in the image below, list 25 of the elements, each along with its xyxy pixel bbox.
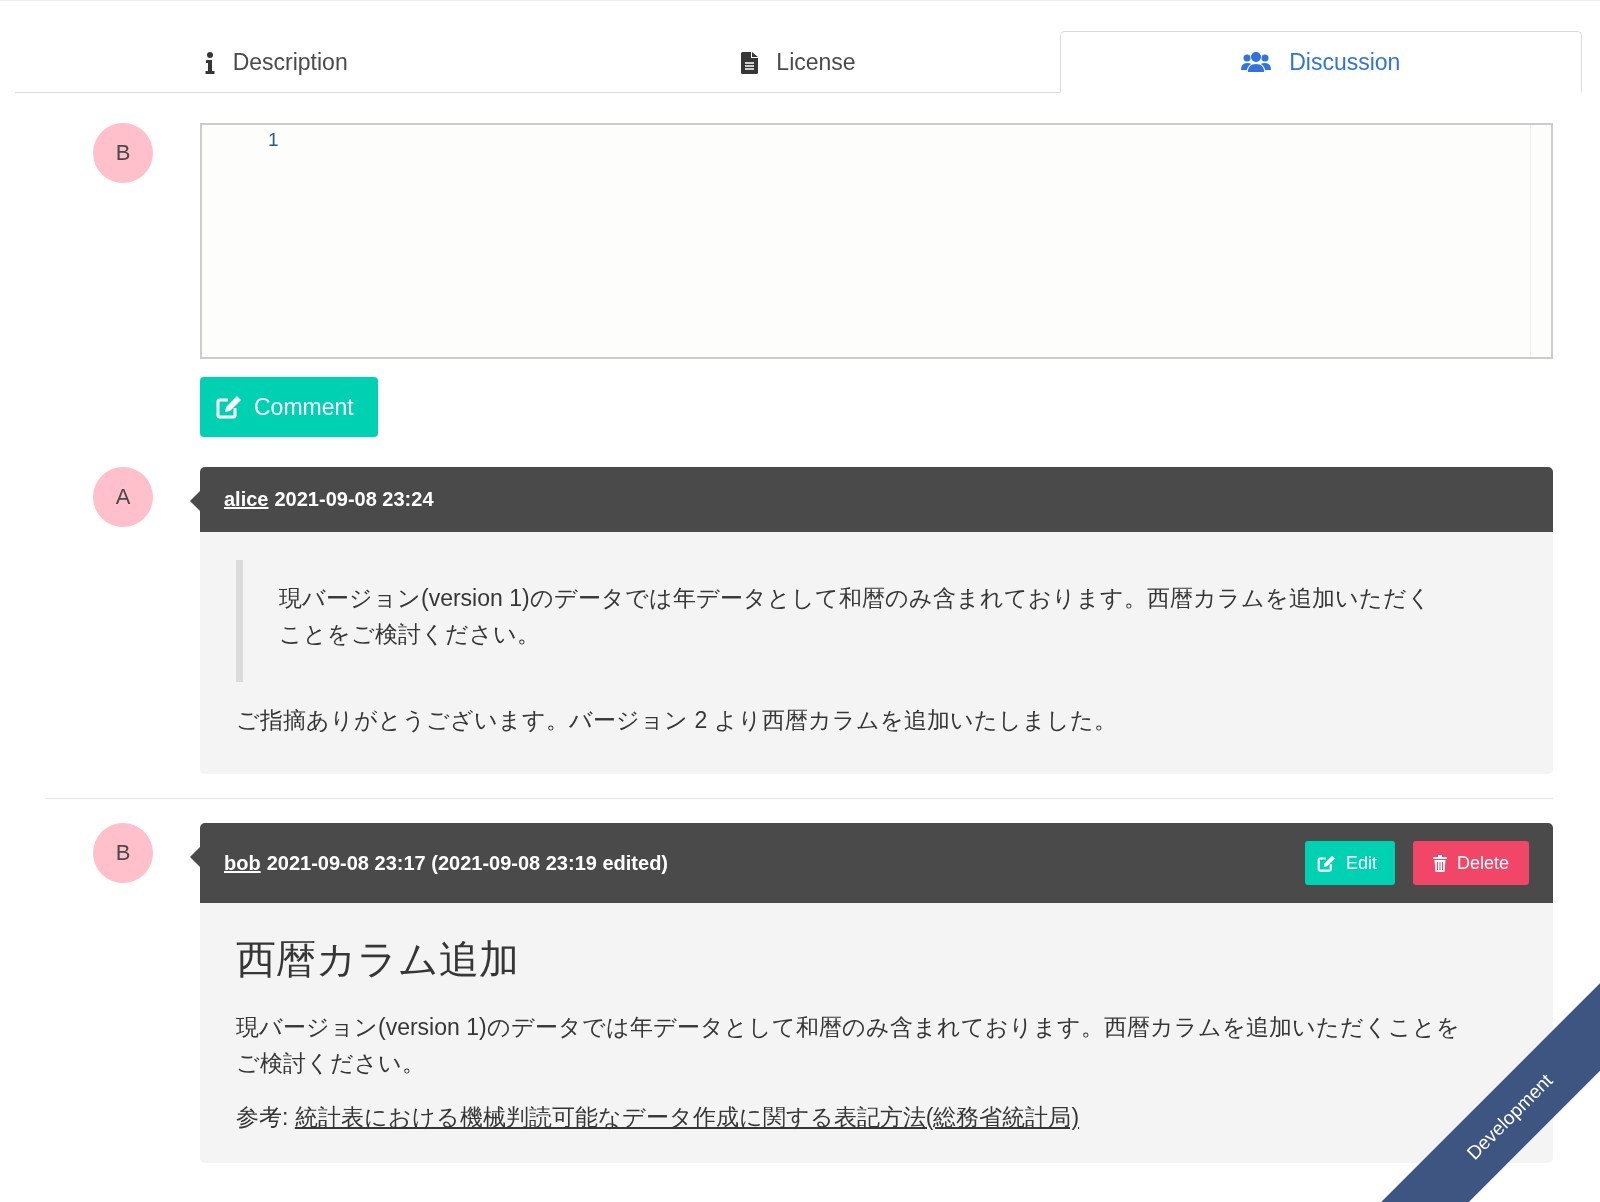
line-number: 1: [268, 129, 279, 151]
edit-icon: [216, 395, 242, 419]
tab[interactable]: Discussion: [1059, 31, 1582, 93]
comment-text: 現バージョン(version 1)のデータでは年データとして和暦のみ含まれております。西暦カラムを追加いただくことをご検討ください。: [236, 1013, 1461, 1078]
avatar: B: [93, 123, 153, 183]
quoted-text: 現バージョン(version 1)のデータでは年データとして和暦のみ含まれております。西暦カラムを追加いただくことをご検討ください。: [236, 560, 1473, 682]
avatar: B: [93, 823, 153, 883]
users-icon: [1241, 51, 1272, 73]
comment-timestamp: 2021-09-08 23:17 (2021-09-08 23:19 edited): [266, 851, 668, 875]
document-icon: [741, 51, 759, 74]
info-icon: [204, 51, 215, 74]
author-link[interactable]: alice: [224, 488, 269, 511]
edit-icon: [1316, 854, 1336, 872]
reference-label: 参考:: [236, 1104, 289, 1130]
tab[interactable]: Description: [15, 31, 538, 93]
trash-icon: [1432, 854, 1447, 872]
avatar: A: [93, 467, 153, 527]
comment-timestamp: 2021-09-08 23:24: [274, 488, 434, 511]
reference-link[interactable]: 統計表における機械判読可能なデータ作成に関する表記方法(総務省統計局): [294, 1104, 1080, 1130]
delete-button[interactable]: Delete: [1412, 841, 1529, 885]
author-link[interactable]: bob: [224, 851, 261, 875]
comment-editor[interactable]: 1: [200, 123, 1553, 359]
tab[interactable]: License: [537, 31, 1060, 93]
comment-text: ご指摘ありがとうございます。バージョン 2 より西暦カラムを追加いたしました。: [236, 706, 1118, 735]
comment-heading: 西暦カラム追加: [236, 936, 520, 983]
